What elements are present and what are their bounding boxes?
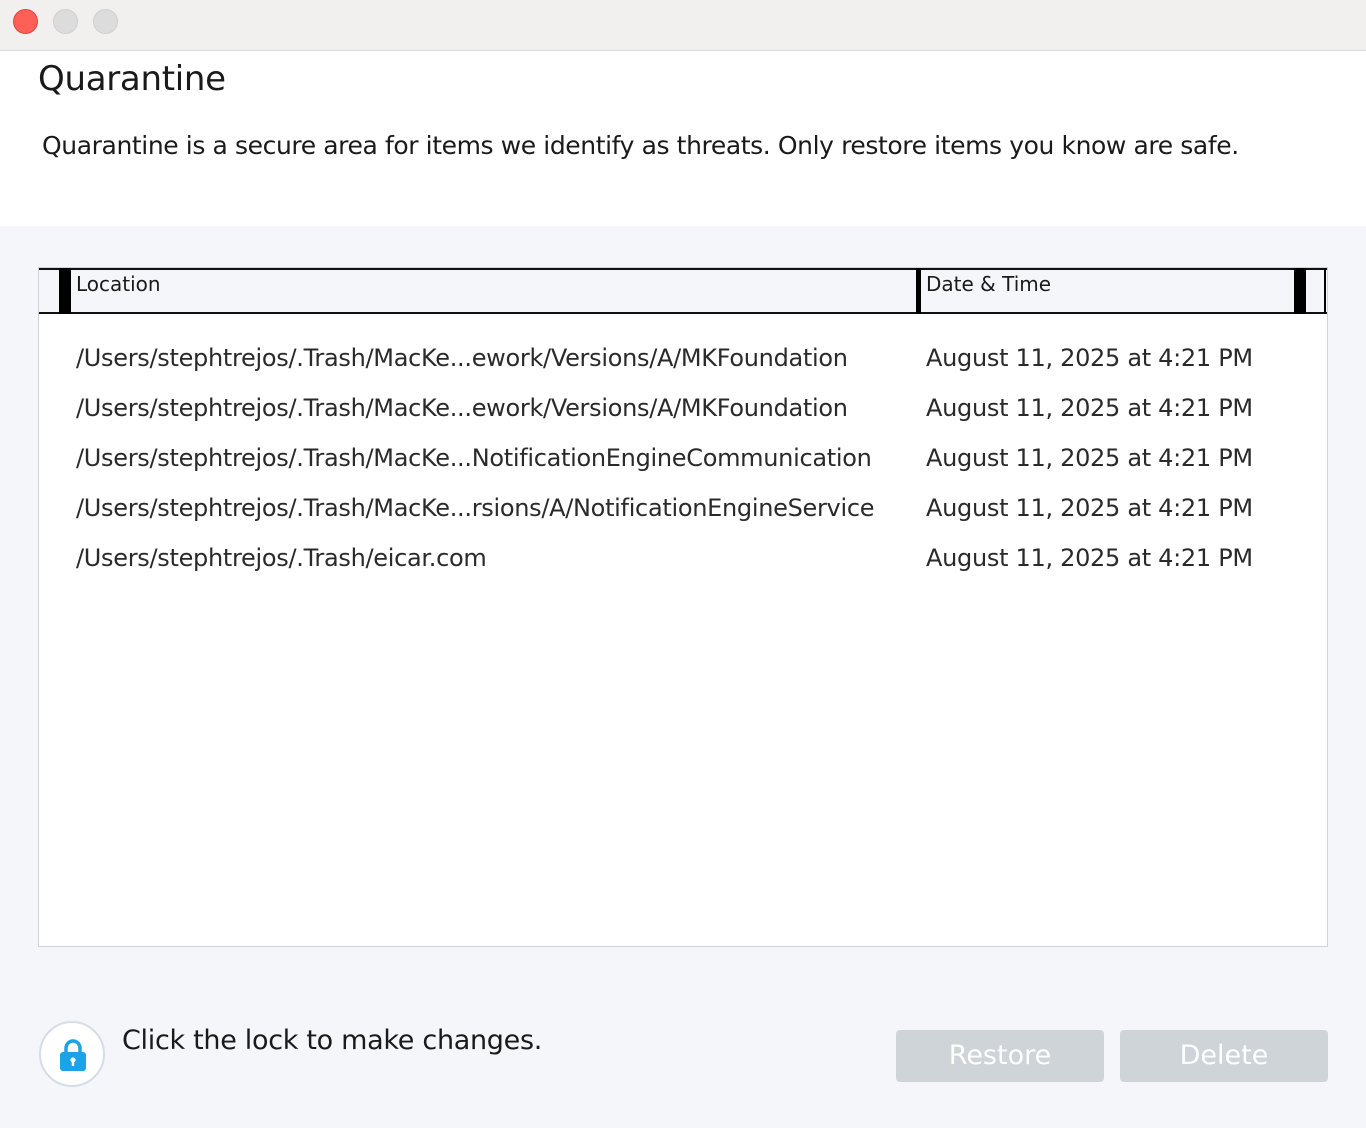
row-location: /Users/stephtrejos/.Trash/MacKe...ework/… [76,394,848,422]
table-row[interactable]: /Users/stephtrejos/.Trash/MacKe...Notifi… [39,438,1327,488]
row-datetime: August 11, 2025 at 4:21 PM [926,494,1253,522]
column-resize-handle[interactable] [59,268,71,314]
row-location: /Users/stephtrejos/.Trash/MacKe...rsions… [76,494,875,522]
page-title: Quarantine [38,59,226,99]
table-row[interactable]: /Users/stephtrejos/.Trash/MacKe...ework/… [39,388,1327,438]
lock-button[interactable] [39,1021,105,1087]
table-row[interactable]: /Users/stephtrejos/.Trash/eicar.com Augu… [39,538,1327,588]
row-datetime: August 11, 2025 at 4:21 PM [926,544,1253,572]
row-datetime: August 11, 2025 at 4:21 PM [926,344,1253,372]
lock-instructions: Click the lock to make changes. [122,1025,543,1056]
table-header: Location Date & Time [39,268,1327,314]
header-panel: Quarantine Quarantine is a secure area f… [0,51,1366,226]
row-datetime: August 11, 2025 at 4:21 PM [926,394,1253,422]
minimize-window-button[interactable] [53,9,78,34]
restore-button[interactable]: Restore [896,1030,1104,1082]
column-divider [1324,268,1326,314]
table-row[interactable]: /Users/stephtrejos/.Trash/MacKe...ework/… [39,338,1327,388]
delete-button[interactable]: Delete [1120,1030,1328,1082]
column-header-datetime[interactable]: Date & Time [926,272,1051,296]
maximize-window-button[interactable] [93,9,118,34]
column-header-location[interactable]: Location [76,272,161,296]
table-body: /Users/stephtrejos/.Trash/MacKe...ework/… [39,338,1327,588]
row-location: /Users/stephtrejos/.Trash/MacKe...Notifi… [76,444,872,472]
quarantine-window: Quarantine Quarantine is a secure area f… [0,0,1366,1128]
page-description: Quarantine is a secure area for items we… [42,131,1239,160]
lock-icon [60,1039,86,1071]
quarantine-table: Location Date & Time /Users/stephtrejos/… [38,267,1328,947]
table-row[interactable]: /Users/stephtrejos/.Trash/MacKe...rsions… [39,488,1327,538]
column-resize-handle[interactable] [1294,268,1306,314]
column-resize-handle[interactable] [916,268,921,314]
row-location: /Users/stephtrejos/.Trash/MacKe...ework/… [76,344,848,372]
row-datetime: August 11, 2025 at 4:21 PM [926,444,1253,472]
close-window-button[interactable] [13,9,38,34]
row-location: /Users/stephtrejos/.Trash/eicar.com [76,544,487,572]
title-bar [0,0,1366,51]
